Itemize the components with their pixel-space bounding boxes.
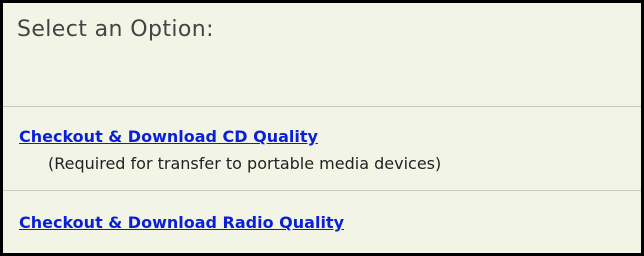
option-row-radio-quality: Checkout & Download Radio Quality	[3, 190, 641, 253]
checkout-download-cd-quality-link[interactable]: Checkout & Download CD Quality	[19, 127, 318, 146]
option-row-cd-quality: Checkout & Download CD Quality (Required…	[3, 106, 641, 191]
cd-quality-note: (Required for transfer to portable media…	[48, 154, 442, 173]
panel-title: Select an Option:	[17, 17, 214, 42]
checkout-download-radio-quality-link[interactable]: Checkout & Download Radio Quality	[19, 213, 344, 232]
select-option-panel: Select an Option: Checkout & Download CD…	[0, 0, 644, 256]
